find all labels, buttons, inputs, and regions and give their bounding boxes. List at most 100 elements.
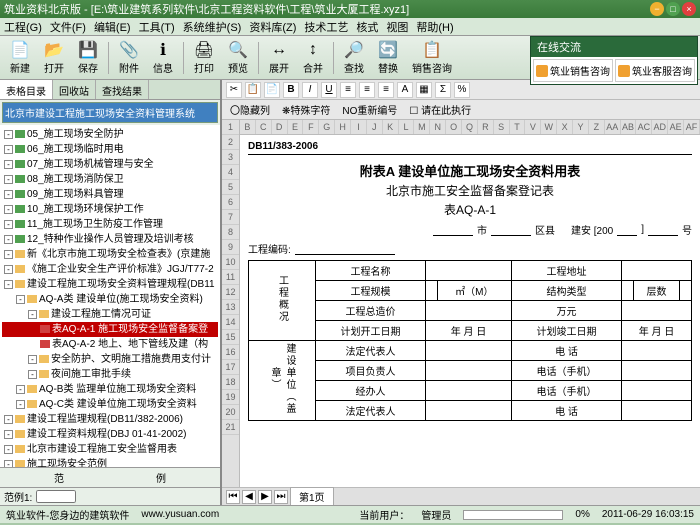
menu-item[interactable]: 核式 <box>356 19 378 35</box>
sheet-tab-1[interactable]: 第1页 <box>290 487 334 505</box>
range-row: 范例1: <box>0 487 220 505</box>
left-tab[interactable]: 回收站 <box>53 80 96 99</box>
打开-icon: 📂 <box>44 40 64 60</box>
menu-item[interactable]: 资料库(Z) <box>249 19 296 35</box>
field-district[interactable] <box>491 224 531 236</box>
menu-item[interactable]: 帮助(H) <box>416 19 453 35</box>
copy-icon[interactable]: 📋 <box>245 82 261 98</box>
tree-node[interactable]: 表AQ-A-2 地上、地下管线及建（构 <box>2 337 218 352</box>
field-year[interactable] <box>617 224 637 236</box>
tree-node[interactable]: -AQ-A类 建设单位(施工现场安全资料) <box>2 292 218 307</box>
toolbar-附件[interactable]: 📎附件 <box>113 38 145 77</box>
tree-node[interactable]: -08_施工现场消防保卫 <box>2 172 218 187</box>
tree-node[interactable]: -07_施工现场机械管理与安全 <box>2 157 218 172</box>
tree-node[interactable]: -建设工程施工现场安全资料管理规程(DB11 <box>2 277 218 292</box>
minimize-button[interactable]: − <box>650 2 664 16</box>
toolbar-销售咨询[interactable]: 📋销售咨询 <box>406 38 458 77</box>
tree-node[interactable]: -夜间施工审批手续 <box>2 367 218 382</box>
special-char-button[interactable]: ❋特殊字符 <box>278 101 334 118</box>
tree-node[interactable]: -安全防护、文明施工措施费用支付计 <box>2 352 218 367</box>
sum-icon[interactable]: Σ <box>435 82 451 98</box>
tree-node[interactable]: -11_施工现场卫生防疫工作管理 <box>2 217 218 232</box>
menu-item[interactable]: 编辑(E) <box>94 19 131 35</box>
percent-icon[interactable]: % <box>454 82 470 98</box>
menu-item[interactable]: 文件(F) <box>50 19 86 35</box>
chat-sales-button[interactable]: 筑业销售咨询 <box>533 59 613 82</box>
maximize-button[interactable]: □ <box>666 2 680 16</box>
user-name: 管理员 <box>421 507 451 522</box>
underline-icon[interactable]: U <box>321 82 337 98</box>
附件-icon: 📎 <box>119 40 139 60</box>
align-center-icon[interactable]: ≡ <box>359 82 375 98</box>
toolbar-打开[interactable]: 📂打开 <box>38 38 70 77</box>
doc-title: 附表A 建设单位施工现场安全资料用表 <box>248 161 692 180</box>
tree-node[interactable]: -《施工企业安全生产评价标准》JGJ/T77-2 <box>2 262 218 277</box>
toolbar-查找[interactable]: 🔎查找 <box>338 38 370 77</box>
tools-toolbar: 〇隐藏列 ❋特殊字符 NO重新编号 ☐ 请在此执行 <box>222 100 700 120</box>
cut-icon[interactable]: ✂ <box>226 82 242 98</box>
tree-node[interactable]: -施工现场安全范例 <box>2 457 218 467</box>
field-no[interactable] <box>648 224 678 236</box>
color-icon[interactable]: A <box>397 82 413 98</box>
tree-node[interactable]: -建设工程施工情况可证 <box>2 307 218 322</box>
toolbar-替换[interactable]: 🔄替换 <box>372 38 404 77</box>
menu-item[interactable]: 视图 <box>386 19 408 35</box>
tree-node[interactable]: -AQ-C类 建设单位施工现场安全资料 <box>2 397 218 412</box>
toolbar-保存[interactable]: 💾保存 <box>72 38 104 77</box>
chat-support-button[interactable]: 筑业客服咨询 <box>615 59 695 82</box>
tab-next-icon[interactable]: ▶ <box>258 490 272 504</box>
exec-checkbox[interactable]: ☐ 请在此执行 <box>405 101 475 118</box>
bold-icon[interactable]: B <box>283 82 299 98</box>
合并-icon: ↕ <box>303 40 323 60</box>
tree-node[interactable]: -09_施工现场料具管理 <box>2 187 218 202</box>
tree-view[interactable]: -05_施工现场安全防护-06_施工现场临时用电-07_施工现场机械管理与安全-… <box>0 125 220 467</box>
tree-node[interactable]: -建设工程资料规程(DBJ 01-41-2002) <box>2 427 218 442</box>
left-tab[interactable]: 表格目录 <box>0 80 53 99</box>
menu-item[interactable]: 系统维护(S) <box>183 19 242 35</box>
align-left-icon[interactable]: ≡ <box>340 82 356 98</box>
italic-icon[interactable]: I <box>302 82 318 98</box>
tree-node[interactable]: -AQ-B类 监理单位施工现场安全资料 <box>2 382 218 397</box>
tab-first-icon[interactable]: ⏮ <box>226 490 240 504</box>
toolbar-预览[interactable]: 🔍预览 <box>222 38 254 77</box>
left-tabs: 表格目录回收站查找结果 <box>0 80 220 100</box>
paste-icon[interactable]: 📄 <box>264 82 280 98</box>
tree-node[interactable]: -12_特种作业操作人员管理及培训考核 <box>2 232 218 247</box>
left-footer: 范例 <box>0 467 220 487</box>
toolbar-合并[interactable]: ↕合并 <box>297 38 329 77</box>
tree-node[interactable]: -06_施工现场临时用电 <box>2 142 218 157</box>
menu-item[interactable]: 工程(G) <box>4 19 42 35</box>
progress-bar <box>463 510 563 520</box>
tree-node[interactable]: -05_施工现场安全防护 <box>2 127 218 142</box>
tab-prev-icon[interactable]: ◀ <box>242 490 256 504</box>
预览-icon: 🔍 <box>228 40 248 60</box>
tab-last-icon[interactable]: ⏭ <box>274 490 288 504</box>
range-input[interactable] <box>36 490 76 503</box>
tree-node[interactable]: -建设工程监理规程(DB11/382-2006) <box>2 412 218 427</box>
menu-item[interactable]: 工具(T) <box>139 19 175 35</box>
tree-node[interactable]: -新《北京市施工现场安全检查表》(京建施 <box>2 247 218 262</box>
tree-node[interactable]: 表AQ-A-1 施工现场安全监督备案登 <box>2 322 218 337</box>
chat-icon <box>618 65 630 77</box>
form-table: 工程概况 工程名称工程地址 工程规模㎡（M）结构类型层数 工程总造价万元 计划开… <box>248 260 692 421</box>
system-dropdown[interactable]: 北京市建设工程施工现场安全资料管理系统 <box>2 102 218 123</box>
doc-code: DB11/383-2006 <box>248 139 692 155</box>
align-right-icon[interactable]: ≡ <box>378 82 394 98</box>
menu-item[interactable]: 技术工艺 <box>304 19 348 35</box>
field-project-code[interactable] <box>295 243 395 255</box>
left-tab[interactable]: 查找结果 <box>96 80 149 99</box>
spreadsheet[interactable]: BCDEFGHIJKLMNOQRSTVWXYZAAABACADAEAF DB11… <box>240 120 700 487</box>
hide-col-button[interactable]: 〇隐藏列 <box>226 101 274 118</box>
tree-node[interactable]: -10_施工现场环境保护工作 <box>2 202 218 217</box>
renumber-button[interactable]: NO重新编号 <box>338 101 401 118</box>
tree-node[interactable]: -北京市建设工程施工安全监督用表 <box>2 442 218 457</box>
fill-icon[interactable]: ▦ <box>416 82 432 98</box>
field-city[interactable] <box>433 224 473 236</box>
status-bar: 筑业软件-您身边的建筑软件 www.yusuan.com 当前用户： 管理员 0… <box>0 505 700 523</box>
toolbar-新建[interactable]: 📄新建 <box>4 38 36 77</box>
toolbar-打印[interactable]: 🖨打印 <box>188 38 220 77</box>
toolbar-信息[interactable]: ℹ信息 <box>147 38 179 77</box>
替换-icon: 🔄 <box>378 40 398 60</box>
toolbar-展开[interactable]: ↔展开 <box>263 38 295 77</box>
close-button[interactable]: × <box>682 2 696 16</box>
